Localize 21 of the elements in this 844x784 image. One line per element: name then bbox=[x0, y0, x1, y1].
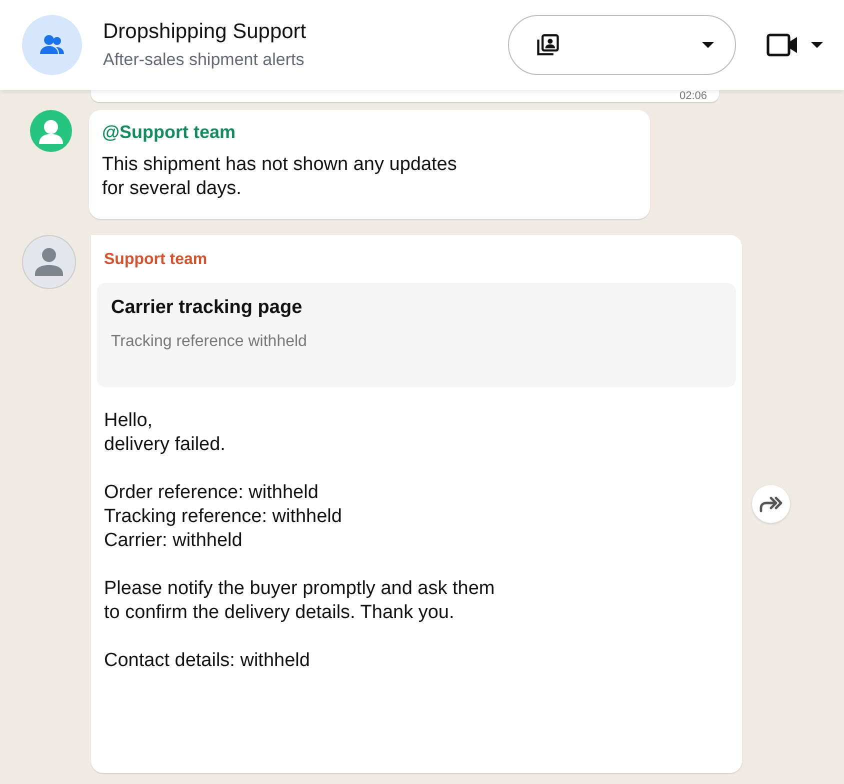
chat-subtitle: After-sales shipment alerts bbox=[103, 50, 306, 70]
sender-name[interactable]: Support team bbox=[104, 251, 208, 269]
message-text: This shipment has not shown any updates for several days. bbox=[102, 153, 457, 201]
message-time: 02:06 bbox=[679, 90, 707, 102]
forward-button[interactable] bbox=[752, 485, 790, 523]
message-text: Hello, delivery failed. bbox=[104, 409, 226, 457]
caret-icon bbox=[810, 41, 824, 49]
message-text: Order reference: withheld Tracking reference: withheld Carrier: withheld bbox=[104, 481, 342, 553]
video-call-button[interactable] bbox=[766, 32, 824, 58]
message-text: Please notify the buyer promptly and ask them to confirm the delivery details. Thank you. bbox=[104, 577, 495, 625]
portrait-icon bbox=[535, 32, 561, 58]
message-text: Contact details: withheld bbox=[104, 649, 310, 673]
avatar-icon[interactable] bbox=[22, 235, 76, 289]
forward-icon bbox=[758, 495, 784, 513]
sender-name[interactable]: @Support team bbox=[102, 122, 236, 143]
caret-icon bbox=[701, 41, 715, 49]
chat-title: Dropshipping Support bbox=[103, 20, 308, 44]
preview-title: Carrier tracking page bbox=[111, 297, 304, 319]
video-camera-icon bbox=[766, 32, 800, 58]
preview-subtitle: Tracking reference withheld bbox=[111, 333, 308, 351]
link-preview[interactable]: Carrier tracking page Tracking reference withheld bbox=[97, 283, 736, 387]
